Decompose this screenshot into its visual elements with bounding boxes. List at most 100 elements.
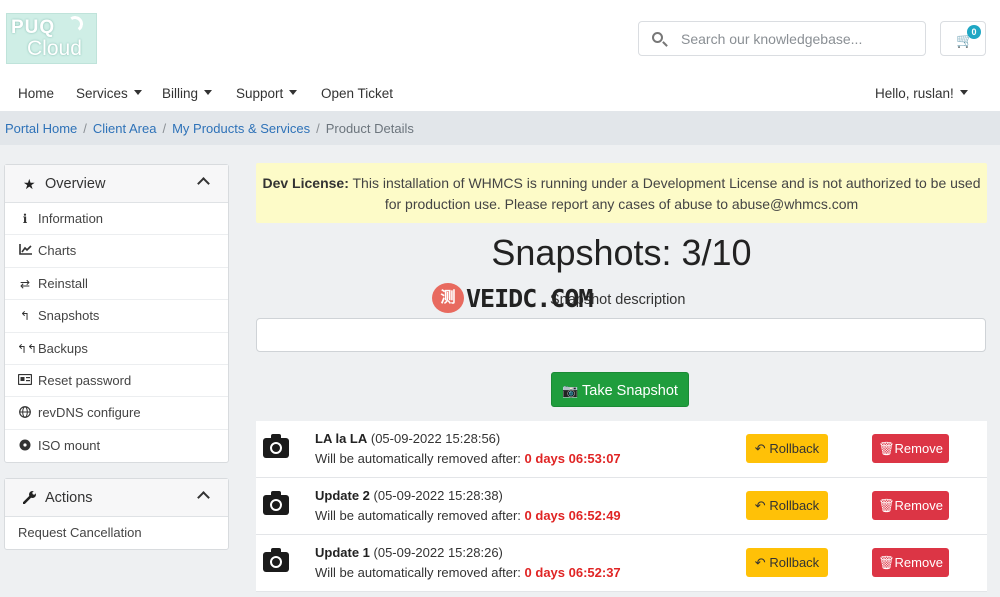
reply-all-icon: ↰↰ [17,341,38,356]
sidebar-item-label: Snapshots [38,308,100,324]
watermark-logo: 测 [432,283,464,313]
chevron-up-icon[interactable] [197,177,210,190]
remove-button[interactable]: 🗑Remove [872,548,949,577]
snapshot-expiry: Will be automatically removed after: 0 d… [315,565,621,580]
breadcrumb-portal-home[interactable]: Portal Home [5,121,77,136]
snapshot-date: (05-09-2022 15:28:38) [369,488,503,503]
breadcrumb: Portal Home / Client Area / My Products & Se… [5,121,414,136]
sidebar-item-label: Charts [38,243,77,259]
actions-panel: Actions Request Cancellation [4,478,229,551]
remove-button[interactable]: 🗑Remove [872,434,949,463]
caret-down-icon [204,89,213,95]
sidebar-item-label: Reset password [38,372,132,388]
sidebar-item-label: revDNS configure [38,405,141,421]
user-menu[interactable]: Hello, ruslan! [875,86,968,101]
logo-line2: Cloud [27,37,82,60]
breadcrumb-client-area[interactable]: Client Area [93,121,157,136]
sidebar-item-charts[interactable]: Charts [5,235,228,268]
expiry-countdown: 0 days 06:52:37 [524,565,621,580]
breadcrumb-bar: Portal Home / Client Area / My Products & Se… [0,111,1000,145]
rollback-label: Rollback [769,441,820,456]
search-box [638,21,926,56]
snapshot-name: LA la LA (05-09-2022 15:28:56) [315,431,500,446]
reply-icon: ↰ [19,309,31,324]
snapshot-expiry: Will be automatically removed after: 0 d… [315,508,621,523]
sidebar-item-information[interactable]: i Information [5,203,228,236]
main-nav: Home Services Billing Support Open Ticke… [0,78,1000,111]
cart-count-badge: 0 [967,25,981,39]
remove-button[interactable]: 🗑Remove [872,491,949,520]
trash-icon: 🗑 [878,441,895,456]
sidebar-item-backups[interactable]: ↰↰ Backups [5,333,228,365]
logo[interactable]: PUQ Cloud [6,13,97,64]
sidebar-item-label: Reinstall [38,275,88,291]
snapshot-row: Update 1 (05-09-2022 15:28:26) Will be a… [256,535,987,592]
overview-panel: ★ Overview i Information Charts ⇄ Reinst… [4,164,229,464]
sidebar-item-label: Request Cancellation [18,525,142,540]
sidebar-item-snapshots[interactable]: ↰ Snapshots [5,300,228,333]
nav-open-ticket[interactable]: Open Ticket [321,86,393,101]
nav-billing[interactable]: Billing [162,86,213,101]
wrench-icon [22,490,37,507]
camera-icon [263,491,289,515]
expiry-prefix: Will be automatically removed after: [315,451,525,466]
alert-strong: Dev License: [262,175,349,191]
caret-down-icon [959,89,968,95]
camera-icon: 📷 [562,383,579,398]
trash-icon: 🗑 [878,555,895,570]
snapshot-title: LA la LA [315,431,368,446]
nav-support[interactable]: Support [236,86,298,101]
sidebar-item-request-cancellation[interactable]: Request Cancellation [5,517,228,549]
snapshot-date: (05-09-2022 15:28:26) [369,545,503,560]
breadcrumb-separator: / [162,121,167,136]
camera-icon [263,548,289,572]
search-input[interactable] [681,28,916,50]
remove-label: Remove [894,441,943,456]
sidebar-item-revdns-configure[interactable]: revDNS configure [5,397,228,430]
dev-license-alert: Dev License: This installation of WHMCS … [256,163,987,223]
snapshot-date: (05-09-2022 15:28:56) [367,431,501,446]
watermark-text: VEIDC.COM [466,284,593,313]
remove-label: Remove [894,498,943,513]
camera-icon [263,434,289,458]
info-icon: i [22,212,28,226]
snapshot-title: Update 2 [315,488,370,503]
undo-icon: ↶ [754,441,766,456]
rollback-label: Rollback [769,555,820,570]
disc-icon [17,439,33,454]
sidebar-item-reset-password[interactable]: Reset password [5,365,228,398]
breadcrumb-separator: / [83,121,87,136]
actions-title: Actions [45,490,93,506]
chart-icon [17,244,33,258]
actions-panel-header[interactable]: Actions [5,479,228,517]
header: PUQ Cloud 🛒 0 [0,0,1000,78]
rollback-button[interactable]: ↶ Rollback [746,548,828,577]
expiry-countdown: 0 days 06:53:07 [524,451,621,466]
nav-home[interactable]: Home [18,86,54,101]
nav-services-label: Services [76,86,128,101]
cart-button[interactable]: 🛒 0 [940,21,986,56]
nav-support-label: Support [236,86,284,101]
chevron-up-icon[interactable] [197,491,210,504]
rollback-button[interactable]: ↶ Rollback [746,491,828,520]
snapshot-expiry: Will be automatically removed after: 0 d… [315,451,621,466]
rollback-button[interactable]: ↶ Rollback [746,434,828,463]
expiry-prefix: Will be automatically removed after: [315,565,525,580]
snapshot-row: Update 2 (05-09-2022 15:28:38) Will be a… [256,478,987,535]
sidebar-item-iso-mount[interactable]: ISO mount [5,430,228,462]
overview-panel-header[interactable]: ★ Overview [5,165,228,203]
sidebar-item-label: ISO mount [38,437,101,453]
take-snapshot-button[interactable]: 📷 Take Snapshot [551,372,689,407]
breadcrumb-products-services[interactable]: My Products & Services [172,121,310,136]
overview-title: Overview [45,176,106,192]
snapshot-description-input[interactable] [256,318,986,352]
sidebar-item-label: Backups [38,340,88,356]
remove-label: Remove [894,555,943,570]
breadcrumb-separator: / [316,121,320,136]
expiry-countdown: 0 days 06:52:49 [524,508,621,523]
caret-down-icon [133,89,142,95]
sidebar-item-reinstall[interactable]: ⇄ Reinstall [5,268,228,301]
retweet-icon: ⇄ [19,276,31,291]
nav-services[interactable]: Services [76,86,142,101]
wifi-icon [65,14,85,34]
